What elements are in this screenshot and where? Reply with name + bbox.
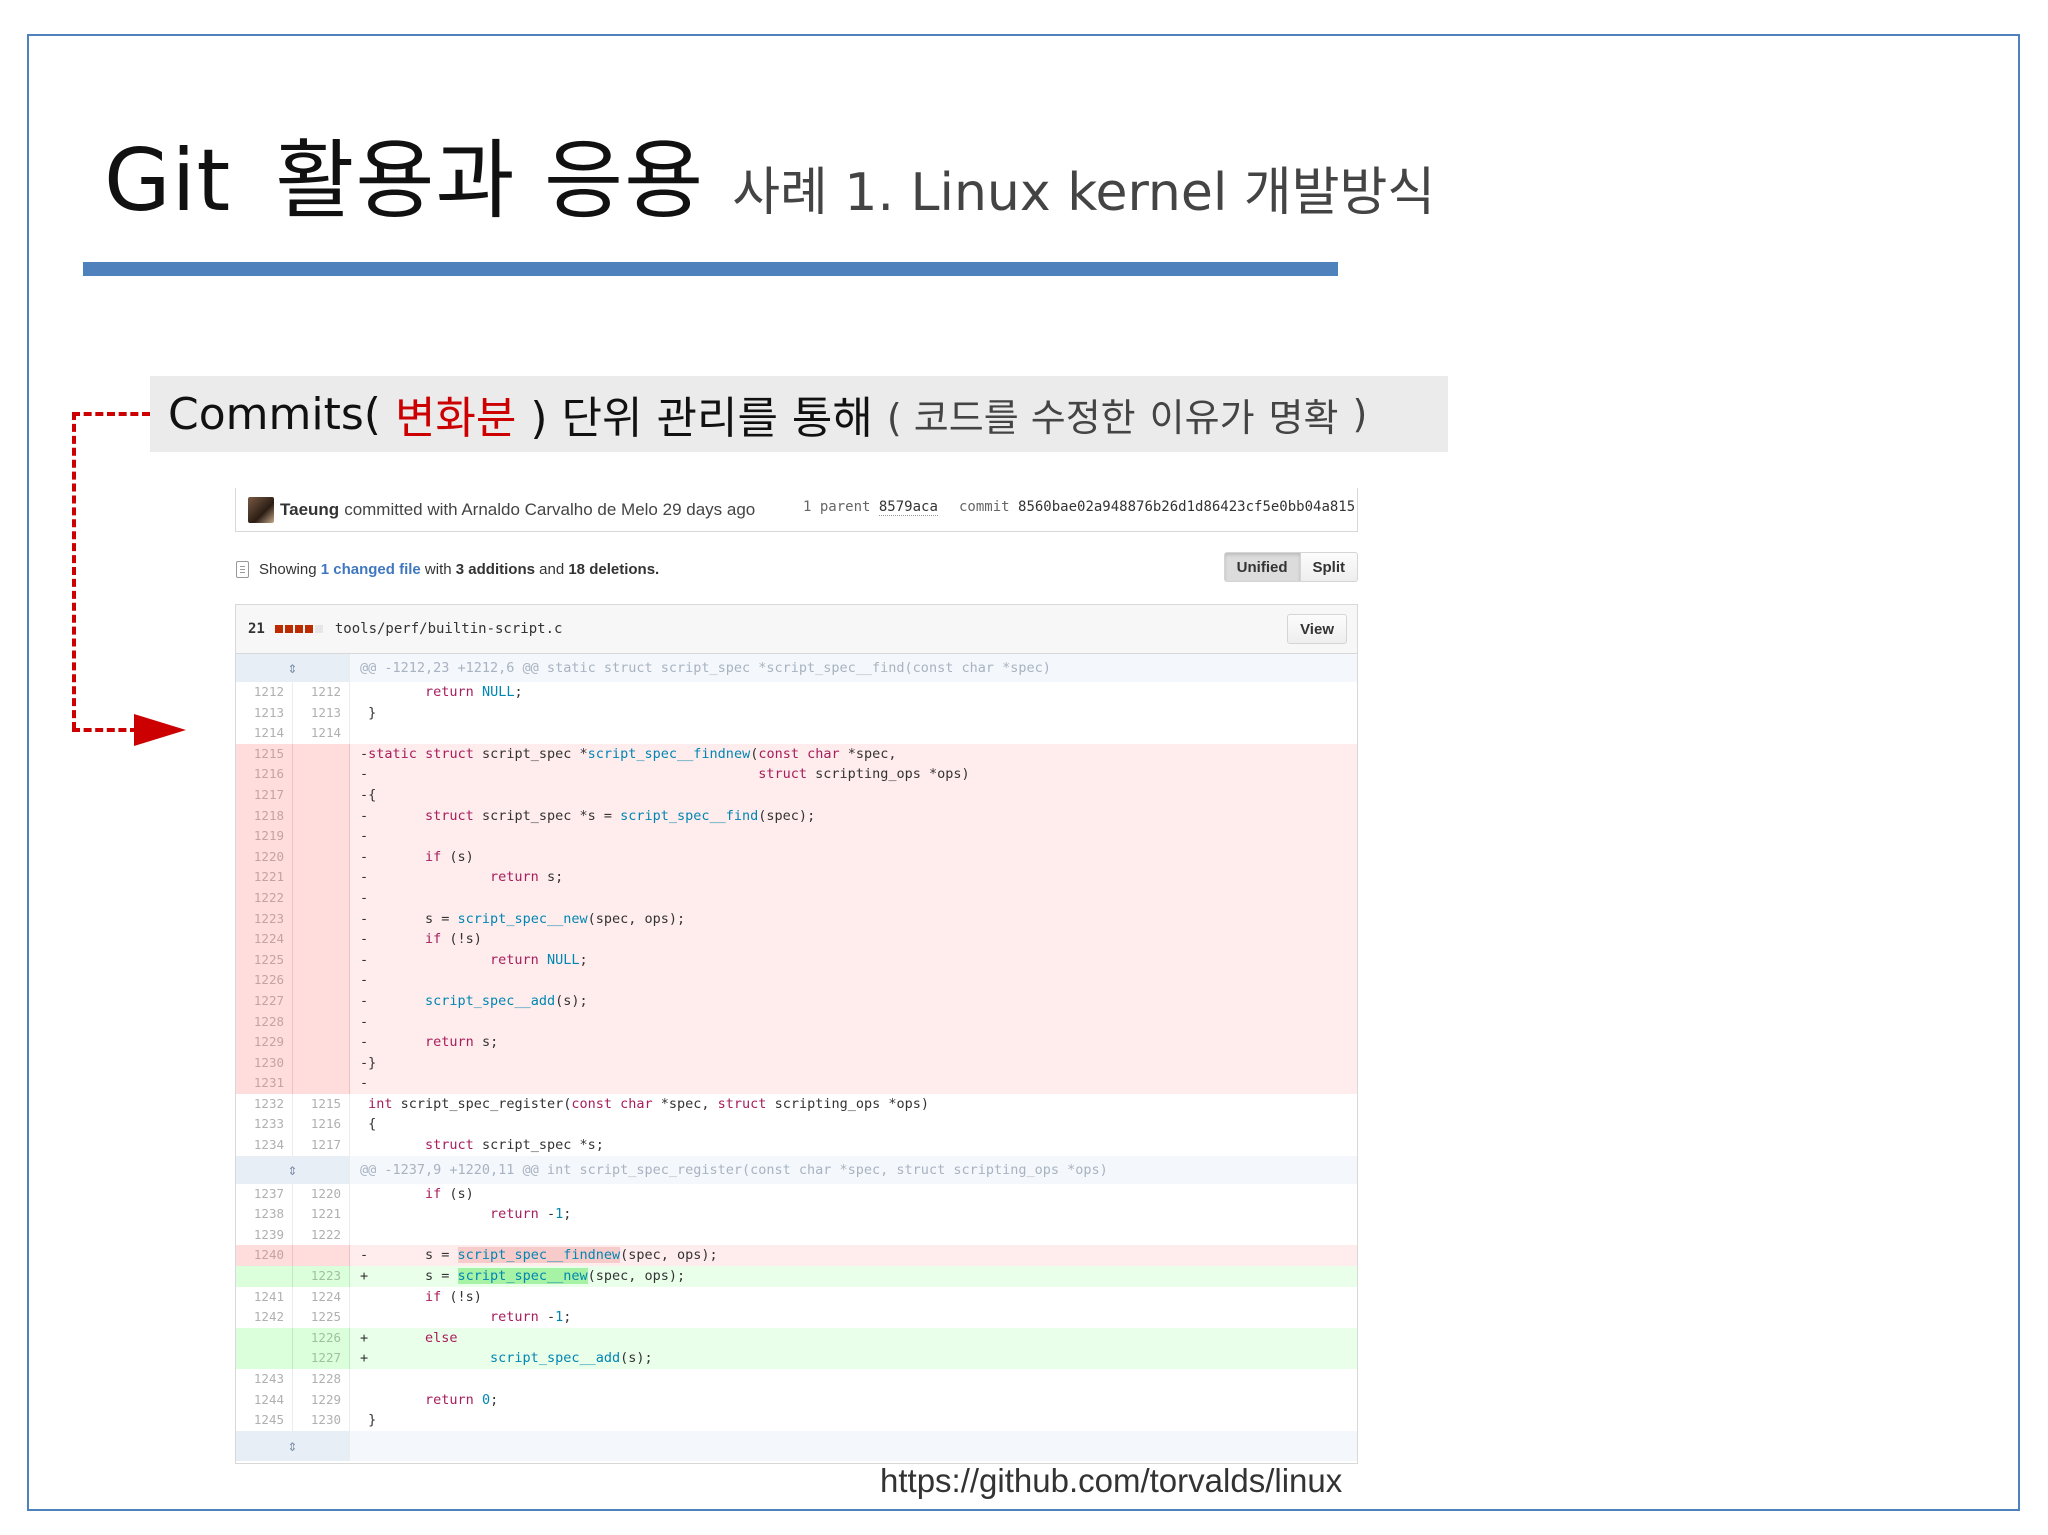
- split-button[interactable]: Split: [1300, 552, 1358, 582]
- diffstat-blocks: [274, 625, 323, 633]
- table-row: 1243 1228: [236, 1369, 1357, 1390]
- table-row: 1233 1216 {: [236, 1114, 1357, 1136]
- arrow-right-icon: [134, 714, 186, 746]
- table-row: 1214 1214: [236, 723, 1357, 744]
- highlight-banner: Commits( 변화분 ) 단위 관리를 통해 ( 코드를 수정한 이유 가 명확): [150, 376, 1448, 452]
- title-underline: [83, 262, 1338, 276]
- commit-id: commit 8560bae02a948876b26d1d86423cf5e0b…: [959, 499, 1355, 515]
- hunk-header: ⇕ @@ -1212,23 +1212,6 @@ static struct sc…: [236, 654, 1357, 682]
- connector-line-top: [72, 412, 150, 416]
- commit-hash: 8560bae02a948876b26d1d86423cf5e0bb04a815: [1018, 499, 1356, 515]
- table-row: 1221- return s;: [236, 867, 1357, 888]
- table-row: 1232 1215 int script_spec_register(const …: [236, 1093, 1357, 1115]
- slide-title: Git 활용과 응용 사례 1. Linux kernel 개발방식: [104, 138, 1435, 224]
- file-icon: [236, 560, 249, 578]
- table-row: 1215 -static struct script_spec *script_s…: [236, 743, 1357, 765]
- banner-text-close: ): [1352, 392, 1368, 436]
- table-row: 1245 1230 }: [236, 1410, 1357, 1431]
- table-row: 1229- return s;: [236, 1032, 1357, 1053]
- change-count: 21: [248, 621, 265, 637]
- parent-label: 1 parent: [803, 499, 871, 515]
- commit-author[interactable]: Taeung: [280, 500, 339, 520]
- commit-description: committed with Arnaldo Carvalho de Melo …: [344, 499, 756, 519]
- table-row: 1227 + script_spec__add(s);: [236, 1348, 1357, 1369]
- parent-hash-link[interactable]: 8579aca: [878, 499, 938, 516]
- table-row: 1240- s = script_spec__findnew(spec, ops…: [236, 1245, 1357, 1267]
- summary-with: with: [424, 560, 452, 578]
- banner-text-reason-prefix: ( 코드를 수정한: [886, 395, 1136, 440]
- banner-text-unit: ) 단위 관리를 통해: [530, 393, 873, 444]
- table-row: 1242 1225 return -1;: [236, 1307, 1357, 1328]
- table-row: 1231-: [236, 1073, 1357, 1094]
- connector-line-vertical: [72, 412, 76, 730]
- expand-arrows-icon[interactable]: ⇕: [236, 1155, 350, 1184]
- table-row: 1227- script_spec__add(s);: [236, 990, 1357, 1012]
- file-header: 21 tools/perf/builtin-script.c View: [236, 605, 1357, 654]
- table-row: 1217 -{: [236, 784, 1357, 806]
- table-row: 1218- struct script_spec *s = script_spe…: [236, 805, 1357, 827]
- connector-line-bottom: [72, 728, 138, 732]
- diff-summary: Showing 1 changed file with 3 additions …: [235, 552, 1358, 586]
- title-korean: 활용과 응용: [275, 131, 705, 231]
- file-path[interactable]: tools/perf/builtin-script.c: [335, 621, 563, 637]
- view-file-button[interactable]: View: [1287, 614, 1347, 644]
- summary-additions: 3 additions: [455, 560, 535, 578]
- user-avatar[interactable]: [248, 496, 274, 523]
- hunk-header: ⇕ @@ -1237,9 +1220,11 @@ int script_spec_…: [236, 1155, 1357, 1184]
- table-row: 1228-: [236, 1011, 1357, 1033]
- banner-text-particle: 가: [1219, 395, 1255, 440]
- title-subtitle: 사례 1. Linux kernel 개발방식: [732, 163, 1436, 223]
- view-mode-toggle: Unified Split: [1223, 552, 1358, 582]
- commit-parent: 1 parent 8579aca: [803, 499, 938, 516]
- banner-text-changes: 변화분: [394, 393, 517, 444]
- table-row: 1223- s = script_spec__new(spec, ops);: [236, 908, 1357, 930]
- table-row: 1239 1222: [236, 1224, 1357, 1246]
- table-row: 1225- return NULL;: [236, 949, 1357, 971]
- table-row: 1213 1213 }: [236, 702, 1357, 724]
- commit-meta-bar: Taeung committed with Arnaldo Carvalho d…: [235, 488, 1358, 532]
- source-url[interactable]: https://github.com/torvalds/linux: [880, 1462, 1342, 1500]
- table-row: 1219-: [236, 826, 1357, 847]
- table-row: 1216- struct scripting_ops *ops): [236, 764, 1357, 785]
- expand-arrows-icon[interactable]: ⇕: [236, 1430, 350, 1461]
- hunk-footer: ⇕: [236, 1430, 1357, 1461]
- table-row: 1220- if (s): [236, 846, 1357, 868]
- table-row: 1238 1221 return -1;: [236, 1204, 1357, 1225]
- title-git: Git: [104, 131, 232, 231]
- commit-label: commit: [959, 499, 1010, 515]
- expand-arrows-icon[interactable]: ⇕: [236, 654, 350, 682]
- table-row: 1237 1220 if (s): [236, 1183, 1357, 1205]
- table-row: 1226 + else: [236, 1327, 1357, 1349]
- table-row: 1226-: [236, 970, 1357, 991]
- banner-text-reason: 이유: [1149, 395, 1220, 440]
- file-diff: 21 tools/perf/builtin-script.c View ⇕ @@ …: [235, 604, 1358, 1464]
- banner-text-commits: Commits(: [168, 388, 381, 440]
- changed-files-link[interactable]: 1 changed file: [321, 561, 421, 578]
- summary-showing: Showing: [259, 560, 317, 578]
- banner-text-clear: 명확: [1268, 395, 1339, 440]
- unified-button[interactable]: Unified: [1223, 552, 1301, 582]
- diff-table: ⇕ @@ -1212,23 +1212,6 @@ static struct sc…: [236, 654, 1357, 1461]
- table-row: 1230 -}: [236, 1052, 1357, 1074]
- summary-deletions: 18 deletions.: [568, 560, 660, 578]
- table-row: 1224- if (!s): [236, 929, 1357, 950]
- summary-and: and: [539, 560, 565, 578]
- table-row: 1234 1217 struct script_spec *s;: [236, 1135, 1357, 1156]
- table-row: 1244 1229 return 0;: [236, 1389, 1357, 1411]
- table-row: 1212 1212 return NULL;: [236, 682, 1357, 703]
- table-row: 1241 1224 if (!s): [236, 1286, 1357, 1308]
- table-row: 1223 + s = script_spec__new(spec, ops);: [236, 1266, 1357, 1287]
- table-row: 1222-: [236, 887, 1357, 909]
